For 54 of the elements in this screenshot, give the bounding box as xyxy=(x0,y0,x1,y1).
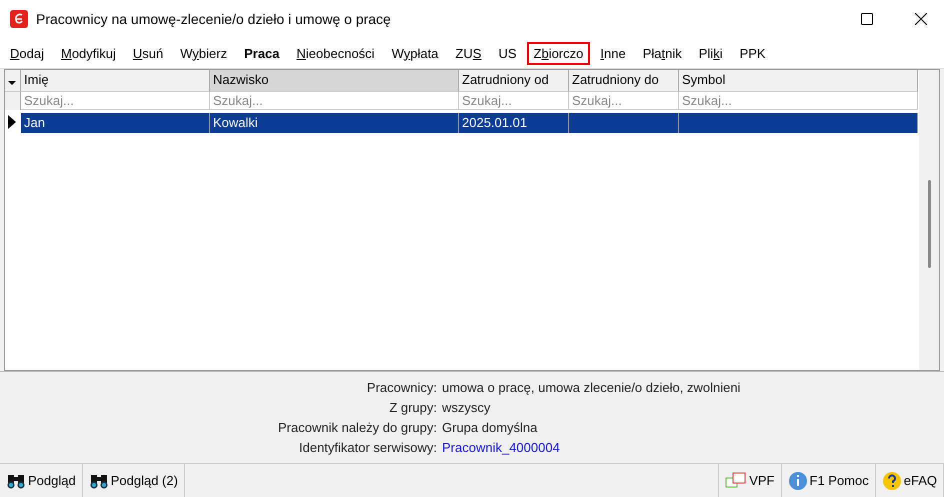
caret-icon xyxy=(8,81,16,85)
menu-item[interactable]: Płatnik xyxy=(636,42,689,64)
column-header[interactable]: Zatrudniony do xyxy=(569,70,679,92)
close-icon[interactable] xyxy=(915,13,927,25)
menu-item[interactable]: Nieobecności xyxy=(290,42,382,64)
help-icon xyxy=(882,470,902,490)
menu-item[interactable]: Dodaj xyxy=(3,42,51,64)
info-label: Pracownik należy do grupy: xyxy=(277,420,437,435)
header-corner xyxy=(5,92,21,110)
menu-item[interactable]: ZUS xyxy=(448,42,488,64)
menu-item[interactable]: Modyfikuj xyxy=(54,42,123,64)
menu-item[interactable]: US xyxy=(491,42,524,64)
menu-item[interactable]: Wybierz xyxy=(173,42,234,64)
column-header[interactable]: Zatrudniony od xyxy=(459,70,569,92)
app-logo-icon xyxy=(10,10,28,28)
menu-item[interactable]: Pliki xyxy=(692,42,730,64)
search-field[interactable]: Szukaj... xyxy=(679,92,918,110)
column-header[interactable]: Nazwisko xyxy=(210,70,459,92)
search-field[interactable]: Szukaj... xyxy=(21,92,210,110)
info-value: Grupa domyślna xyxy=(442,420,538,435)
binoculars-icon xyxy=(88,472,109,488)
scrollbar-thumb[interactable] xyxy=(928,180,930,268)
menu-item[interactable]: PPK xyxy=(732,42,773,64)
table-cell: Kowalki xyxy=(210,113,459,133)
binoculars-icon xyxy=(6,472,26,488)
info-label: Pracownicy: xyxy=(366,380,437,395)
row-pointer-icon xyxy=(8,115,16,129)
status-button[interactable]: F1 Pomoc xyxy=(782,464,876,497)
status-button[interactable]: VPF xyxy=(718,464,782,497)
info-value: umowa o pracę, umowa zlecenie/o dzieło, zwolnieni xyxy=(442,380,742,395)
table-cell: Jan xyxy=(21,113,210,133)
screens-icon xyxy=(725,472,748,490)
info-label: Identyfikator serwisowy: xyxy=(298,440,437,455)
menu-item[interactable]: Praca xyxy=(237,42,287,64)
info-value: wszyscy xyxy=(442,400,492,415)
window-title: Pracownicy na umowę-zlecenie/o dzieło i umowę o pracę xyxy=(36,11,392,27)
table-cell: 2025.01.01 xyxy=(459,113,569,133)
menu-item[interactable]: Wypłata xyxy=(384,42,446,64)
maximize-icon[interactable] xyxy=(861,13,873,25)
status-button[interactable]: eFAQ xyxy=(876,464,944,497)
search-field[interactable]: Szukaj... xyxy=(459,92,569,110)
column-header[interactable]: Symbol xyxy=(679,70,918,92)
service-id-link[interactable]: Pracownik_4000004 xyxy=(442,440,944,455)
column-menu-button[interactable] xyxy=(5,70,21,92)
info-icon xyxy=(788,470,808,490)
search-field[interactable]: Szukaj... xyxy=(569,92,679,110)
preview-button[interactable]: Podgląd xyxy=(0,464,83,497)
menu-item[interactable]: Zbiorczo xyxy=(526,42,590,64)
menu-item[interactable]: Inne xyxy=(593,42,633,64)
menu-item[interactable]: Usuń xyxy=(126,42,170,64)
search-field[interactable]: Szukaj... xyxy=(210,92,459,110)
info-label: Z grupy: xyxy=(388,400,437,415)
preview-button[interactable]: Podgląd (2) xyxy=(82,464,185,497)
column-header[interactable]: Imię xyxy=(21,70,210,92)
